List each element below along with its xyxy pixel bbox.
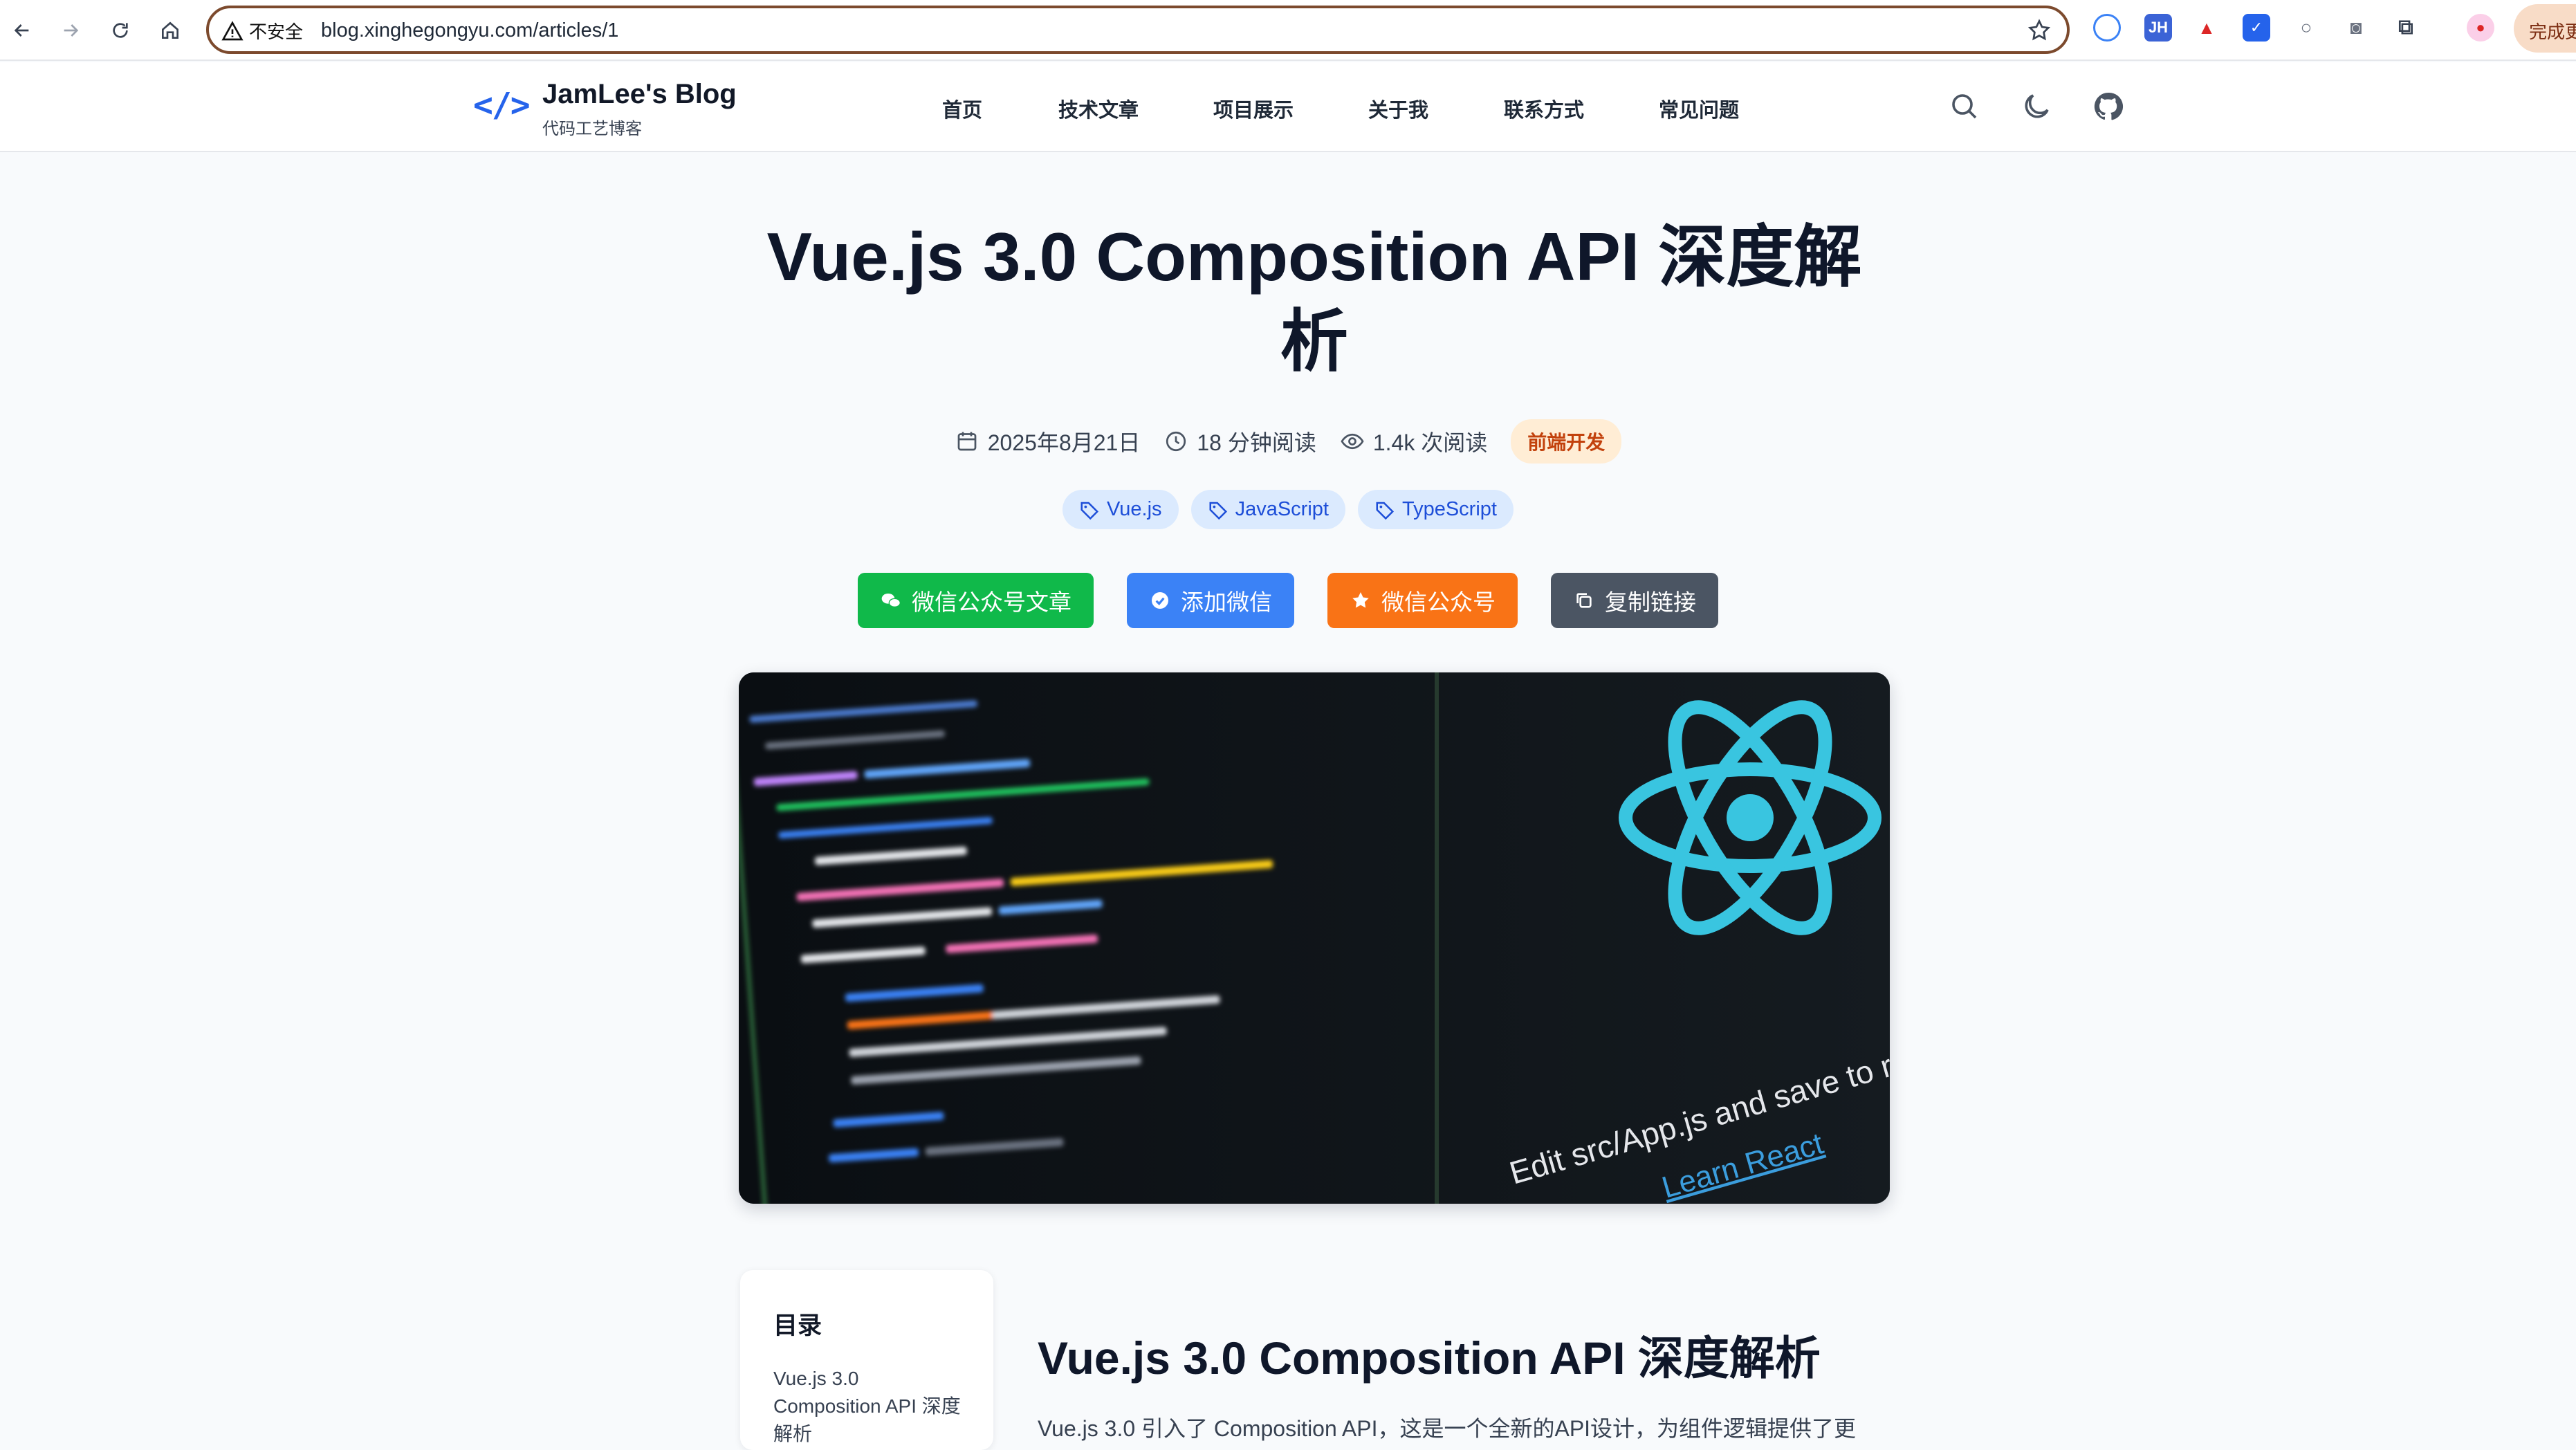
wechat-official-label: 微信公众号 (1381, 589, 1496, 615)
search-icon[interactable] (1948, 90, 1981, 123)
calendar-icon (957, 432, 977, 451)
share-actions: 微信公众号文章 添加微信 微信公众号 复制链接 (0, 573, 2576, 628)
forward-button[interactable] (54, 14, 87, 47)
tag-list: Vue.js JavaScript TypeScript (0, 490, 2576, 529)
tag-label: TypeScript (1401, 498, 1497, 520)
tag-icon (1376, 502, 1394, 520)
profile-avatar[interactable]: ● (2467, 14, 2494, 42)
extension-jh-icon[interactable]: JH (2144, 14, 2172, 42)
category-badge[interactable]: 前端开发 (1511, 419, 1622, 464)
article-title: Vue.js 3.0 Composition API 深度解 析 (719, 214, 1909, 383)
home-icon (162, 21, 178, 39)
security-indicator[interactable]: 不安全 (221, 18, 303, 44)
tag-javascript[interactable]: JavaScript (1190, 490, 1345, 529)
nav-articles[interactable]: 技术文章 (1058, 94, 1139, 123)
article-title-line2: 析 (1280, 303, 1348, 379)
extension-camera-icon[interactable]: ◙ (2342, 14, 2370, 42)
reload-button[interactable] (104, 14, 137, 47)
tag-vuejs[interactable]: Vue.js (1062, 490, 1179, 529)
read-time-text: 18 分钟阅读 (1197, 430, 1316, 455)
extension-blue-icon[interactable]: ✓ (2243, 14, 2270, 42)
wechat-official-button[interactable]: 微信公众号 (1327, 573, 1518, 628)
tag-label: JavaScript (1235, 498, 1329, 520)
code-editor-illustration: Edit src/App.js and save to relo Learn R… (739, 672, 1890, 1204)
copy-icon (1576, 593, 1592, 608)
extension-chat-icon[interactable]: ○ (2292, 14, 2320, 42)
extension-circle-icon[interactable] (2093, 14, 2121, 42)
wechat-article-label: 微信公众号文章 (912, 589, 1071, 615)
arrow-left-icon (14, 24, 29, 37)
tag-icon (1080, 502, 1099, 520)
eye-icon (1341, 433, 1364, 450)
wechat-article-button[interactable]: 微信公众号文章 (858, 573, 1094, 628)
content-heading: Vue.js 3.0 Composition API 深度解析 (1038, 1332, 1821, 1384)
check-circle-icon (1152, 592, 1168, 609)
security-label: 不安全 (249, 21, 304, 42)
back-button[interactable] (6, 14, 39, 47)
nav-projects[interactable]: 项目展示 (1213, 94, 1294, 123)
article-meta: 2025年8月21日 18 分钟阅读 1.4k 次阅读 前端开发 (0, 419, 2576, 464)
wechat-icon (881, 594, 901, 607)
profile-button[interactable]: 完成更 (2514, 4, 2576, 53)
toc-item[interactable]: Vue.js 3.0 Composition API 深度解析 (773, 1365, 967, 1448)
clock-icon (1166, 431, 1186, 452)
publish-date: 2025年8月21日 (955, 425, 1141, 457)
copy-link-button[interactable]: 复制链接 (1551, 573, 1718, 628)
home-button[interactable] (154, 14, 187, 47)
table-of-contents: 目录 Vue.js 3.0 Composition API 深度解析 (740, 1270, 993, 1450)
code-logo-icon[interactable]: </> (473, 86, 531, 125)
browser-toolbar: 不安全 blog.xinghegongyu.com/articles/1 JH … (0, 0, 2576, 61)
view-count-text: 1.4k 次阅读 (1372, 430, 1488, 455)
moon-icon[interactable] (2020, 90, 2053, 123)
tag-icon (1209, 502, 1227, 520)
nav-home[interactable]: 首页 (942, 94, 982, 123)
publish-date-text: 2025年8月21日 (987, 430, 1141, 455)
view-count: 1.4k 次阅读 (1340, 425, 1487, 457)
article-title-line1: Vue.js 3.0 Composition API 深度解 (766, 219, 1862, 295)
content-intro: Vue.js 3.0 引入了 Composition API，这是一个全新的AP… (1038, 1416, 1857, 1441)
nav-contact[interactable]: 联系方式 (1504, 94, 1584, 123)
warning-icon (221, 20, 243, 40)
read-time: 18 分钟阅读 (1163, 425, 1316, 457)
tag-label: Vue.js (1107, 498, 1162, 520)
extension-triangle-icon[interactable]: ▲ (2193, 14, 2220, 42)
add-wechat-button[interactable]: 添加微信 (1127, 573, 1294, 628)
star-icon (1352, 592, 1369, 608)
nav-faq[interactable]: 常见问题 (1659, 94, 1739, 123)
extensions-puzzle-icon[interactable]: ⧉ (2392, 14, 2420, 42)
address-bar[interactable]: 不安全 blog.xinghegongyu.com/articles/1 (206, 6, 2070, 54)
add-wechat-label: 添加微信 (1181, 589, 1272, 615)
tag-typescript[interactable]: TypeScript (1357, 490, 1514, 529)
hero-image: Edit src/App.js and save to relo Learn R… (739, 672, 1890, 1204)
url-text[interactable]: blog.xinghegongyu.com/articles/1 (321, 19, 618, 42)
site-subtitle: 代码工艺博客 (542, 120, 642, 138)
github-icon[interactable] (2092, 90, 2125, 123)
toc-title: 目录 (773, 1312, 822, 1339)
bookmark-star-icon[interactable] (2027, 18, 2052, 43)
nav-about[interactable]: 关于我 (1368, 94, 1428, 123)
copy-link-label: 复制链接 (1605, 589, 1696, 615)
arrow-right-icon (64, 24, 79, 37)
site-title[interactable]: JamLee's Blog (542, 79, 737, 110)
site-header: </> JamLee's Blog 代码工艺博客 首页 技术文章 项目展示 关于… (0, 62, 2576, 152)
reload-icon (113, 23, 128, 38)
